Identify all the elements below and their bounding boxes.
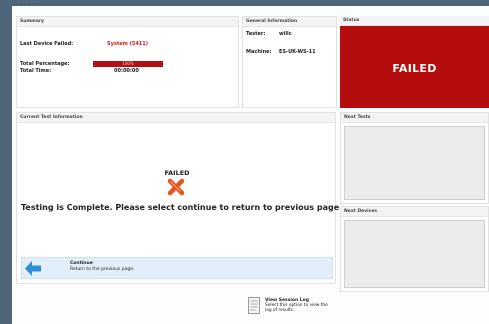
continue-description: Return to the previous page. bbox=[70, 267, 135, 272]
status-header: Status bbox=[340, 16, 489, 26]
general-info-panel: General Information Tester: willc Machin… bbox=[242, 16, 337, 108]
continue-button[interactable]: Continue Return to the previous page. bbox=[21, 257, 333, 279]
next-devices-panel: Next Devices bbox=[340, 206, 489, 292]
current-test-panel: Current Test Information FAILED Testing … bbox=[16, 112, 342, 284]
left-strip bbox=[0, 0, 12, 324]
next-devices-header: Next Devices bbox=[341, 207, 488, 217]
machine-value: ES-UK-WS-11 bbox=[279, 49, 316, 55]
x-icon bbox=[167, 178, 185, 196]
status-text: FAILED bbox=[392, 62, 437, 75]
current-test-header: Current Test Information bbox=[17, 113, 335, 123]
tester-label: Tester: bbox=[246, 31, 266, 37]
total-percentage-value: 100% bbox=[122, 61, 134, 66]
failed-label: FAILED bbox=[164, 169, 190, 177]
total-percentage-label: Total Percentage: bbox=[20, 61, 70, 67]
total-percentage-bar: 100% bbox=[93, 61, 163, 67]
completion-message: Testing is Complete. Please select conti… bbox=[21, 203, 343, 212]
status-panel: Status FAILED bbox=[340, 16, 489, 108]
session-log-description: Select this option to view the log of re… bbox=[265, 303, 328, 313]
top-strip: · · · · · · · · · bbox=[12, 0, 489, 6]
last-device-failed-value: System (5411) bbox=[107, 41, 149, 47]
machine-label: Machine: bbox=[246, 49, 272, 55]
next-devices-list bbox=[344, 220, 485, 288]
next-tests-panel: Next Tests bbox=[340, 112, 489, 204]
next-tests-header: Next Tests bbox=[341, 113, 488, 123]
tester-value: willc bbox=[279, 31, 292, 37]
next-tests-list bbox=[344, 126, 485, 200]
log-document-icon bbox=[248, 297, 260, 314]
summary-panel: Summary Last Device Failed: System (5411… bbox=[16, 16, 239, 108]
back-arrow-icon bbox=[25, 261, 41, 276]
total-time-value: 00:00:00 bbox=[114, 68, 139, 74]
top-strip-text: · · · · · · · · · bbox=[18, 0, 40, 4]
view-session-log-button[interactable]: View Session Log Select this option to v… bbox=[248, 296, 388, 322]
continue-title: Continue bbox=[70, 261, 93, 266]
general-info-header: General Information bbox=[243, 17, 336, 27]
last-device-failed-label: Last Device Failed: bbox=[20, 41, 74, 47]
summary-header: Summary bbox=[17, 17, 238, 27]
total-time-label: Total Time: bbox=[20, 68, 52, 74]
